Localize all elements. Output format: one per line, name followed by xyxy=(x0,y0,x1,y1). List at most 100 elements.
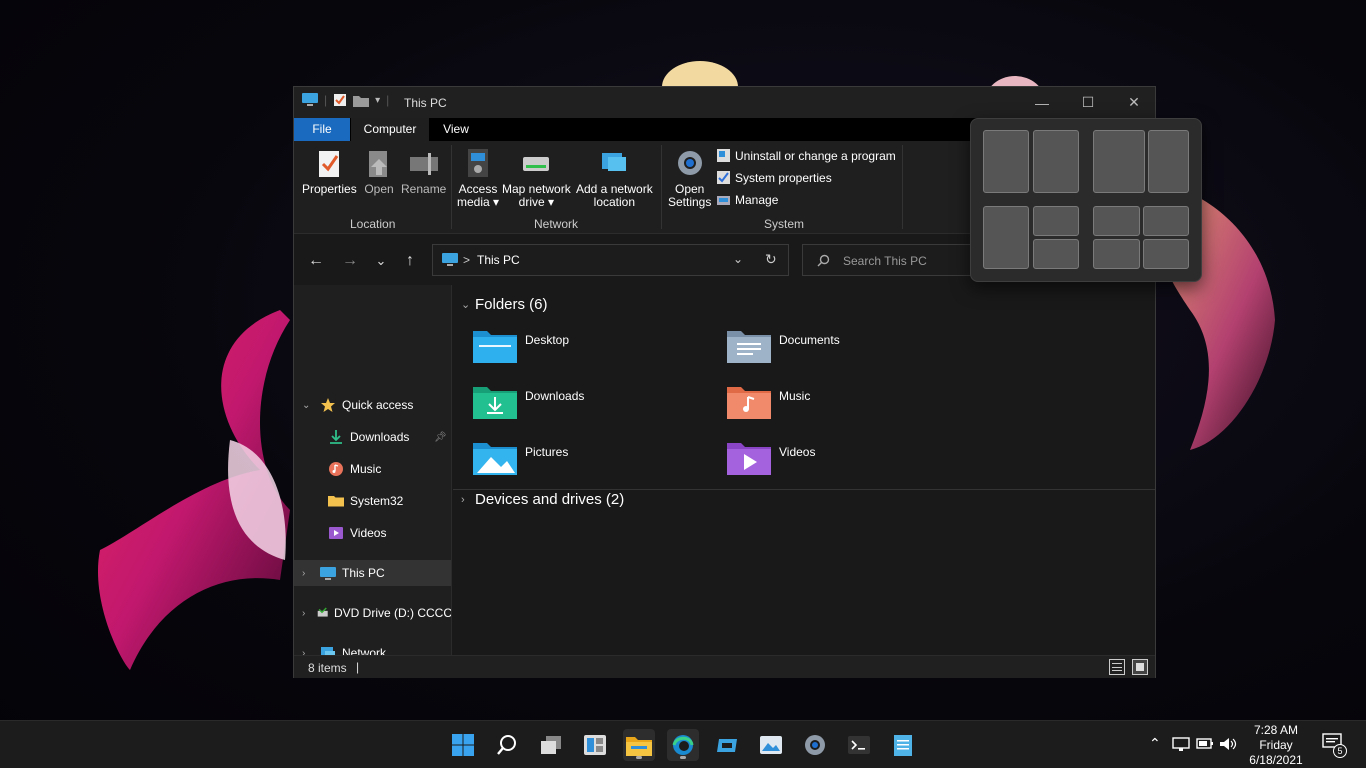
system-clock[interactable]: 7:28 AM Friday 6/18/2021 xyxy=(1240,723,1312,768)
snap-zone-top-right[interactable] xyxy=(1033,206,1079,236)
settings-taskbar-button[interactable] xyxy=(799,729,831,761)
uninstall-label: Uninstall or change a program xyxy=(735,148,896,163)
start-button[interactable] xyxy=(447,729,479,761)
uninstall-icon xyxy=(717,149,730,162)
snap-zone-quad-bottom-right[interactable] xyxy=(1143,239,1189,269)
nav-item-quick-access[interactable]: ⌄ Quick access xyxy=(294,392,451,418)
map-network-drive-button[interactable]: Map network drive ▾ xyxy=(502,147,571,209)
refresh-icon[interactable]: ↻ xyxy=(765,251,777,268)
add-location-label-2: location xyxy=(593,195,636,209)
nav-label-dvd-drive: DVD Drive (D:) CCCC xyxy=(334,606,452,620)
folder-pictures[interactable]: Pictures xyxy=(473,439,568,475)
tab-computer[interactable]: Computer xyxy=(351,118,429,141)
snap-zone-quad-top-left[interactable] xyxy=(1093,206,1140,236)
notification-center-button[interactable]: 5 xyxy=(1322,733,1348,759)
system-properties-icon xyxy=(717,171,730,184)
folders-section-header[interactable]: ⌄ Folders (6) xyxy=(453,296,1155,313)
tab-file[interactable]: File xyxy=(294,118,350,141)
details-view-icon[interactable] xyxy=(1109,659,1125,675)
snap-zone-quad-top-right[interactable] xyxy=(1143,206,1189,236)
collapse-chevron-icon[interactable]: ⌄ xyxy=(461,298,475,311)
search-button[interactable] xyxy=(491,729,523,761)
nav-item-this-pc[interactable]: › This PC xyxy=(294,560,451,586)
nav-item-dvd-drive[interactable]: › DVD Drive (D:) CCCC xyxy=(294,600,452,626)
network-wired-icon[interactable] xyxy=(1172,736,1190,752)
dvd-drive-icon xyxy=(317,607,328,617)
expand-chevron-icon[interactable]: ⌄ xyxy=(302,400,314,411)
nav-item-system32[interactable]: System32 xyxy=(294,488,451,514)
snap-zone-left-column[interactable] xyxy=(983,206,1029,269)
battery-icon[interactable] xyxy=(1196,737,1214,751)
system-properties-button[interactable]: System properties xyxy=(716,170,832,185)
tab-view[interactable]: View xyxy=(431,118,481,141)
rename-button[interactable]: Rename xyxy=(401,147,446,196)
qat-separator-2: | xyxy=(386,93,390,107)
nav-item-downloads[interactable]: Downloads 📌︎ xyxy=(294,424,451,450)
address-dropdown-icon[interactable]: ⌄ xyxy=(733,252,743,266)
photos-taskbar-button[interactable] xyxy=(755,729,787,761)
forward-button[interactable]: → xyxy=(338,249,362,273)
back-button[interactable]: ← xyxy=(304,249,328,273)
access-media-icon xyxy=(468,149,489,177)
access-media-button[interactable]: Access media ▾ xyxy=(457,147,499,209)
volume-icon[interactable] xyxy=(1219,736,1237,752)
pin-icon[interactable]: 📌︎ xyxy=(434,432,447,443)
manage-button[interactable]: Manage xyxy=(716,192,778,207)
address-bar[interactable]: > This PC ⌄ ↻ xyxy=(432,244,789,276)
up-button[interactable]: ↑ xyxy=(398,249,422,273)
add-network-location-button[interactable]: Add a network location xyxy=(576,147,653,209)
expand-chevron-icon[interactable]: › xyxy=(302,648,314,656)
folder-music[interactable]: Music xyxy=(727,383,810,419)
maximize-button[interactable]: ☐ xyxy=(1065,87,1111,118)
recent-locations-button[interactable]: ⌄ xyxy=(369,249,393,273)
nav-item-music[interactable]: Music xyxy=(294,456,451,482)
edge-taskbar-button[interactable] xyxy=(667,729,699,761)
expand-chevron-icon[interactable]: › xyxy=(302,608,311,619)
settings-gear-icon xyxy=(805,735,825,755)
snap-zone-bottom-right[interactable] xyxy=(1033,239,1079,269)
close-button[interactable]: ✕ xyxy=(1111,87,1157,118)
snap-zone-quad-bottom-left[interactable] xyxy=(1093,239,1140,269)
widgets-button[interactable] xyxy=(579,729,611,761)
large-icons-view-icon[interactable] xyxy=(1132,659,1148,675)
expand-chevron-icon[interactable]: › xyxy=(461,494,475,506)
open-button[interactable]: Open xyxy=(363,147,395,196)
open-settings-button[interactable]: Open Settings xyxy=(668,147,711,209)
access-media-label-2: media ▾ xyxy=(457,195,500,209)
nav-item-network[interactable]: › Network xyxy=(294,640,451,656)
devices-section-header[interactable]: › Devices and drives (2) xyxy=(453,491,624,508)
star-icon xyxy=(321,398,335,412)
network-icon xyxy=(321,647,335,655)
folder-desktop[interactable]: Desktop xyxy=(473,327,569,363)
snap-zone-one-third-right[interactable] xyxy=(1148,130,1189,193)
folder-name: Videos xyxy=(779,445,816,459)
show-hidden-icons-chevron-icon[interactable]: ⌃ xyxy=(1149,735,1161,752)
terminal-taskbar-button[interactable] xyxy=(843,729,875,761)
folder-documents[interactable]: Documents xyxy=(727,327,840,363)
snap-zone-half-right[interactable] xyxy=(1033,130,1079,193)
nav-label-system32: System32 xyxy=(350,494,404,508)
file-explorer-taskbar-button[interactable] xyxy=(623,729,655,761)
open-settings-label-2: Settings xyxy=(668,195,712,209)
store-taskbar-button[interactable] xyxy=(711,729,743,761)
folder-downloads[interactable]: Downloads xyxy=(473,383,584,419)
rename-label: Rename xyxy=(401,182,447,196)
folder-name: Pictures xyxy=(525,445,569,459)
notepad-taskbar-button[interactable] xyxy=(887,729,919,761)
content-pane: ⌄ Folders (6) Desktop Documents Download… xyxy=(453,285,1155,655)
uninstall-program-button[interactable]: Uninstall or change a program xyxy=(716,148,896,163)
minimize-button[interactable]: — xyxy=(1019,87,1065,118)
breadcrumb-this-pc[interactable]: This PC xyxy=(477,253,520,267)
task-view-button[interactable] xyxy=(535,729,567,761)
properties-label: Properties xyxy=(302,182,357,196)
folder-videos[interactable]: Videos xyxy=(727,439,815,475)
properties-check-icon[interactable] xyxy=(333,93,347,107)
snap-zone-two-thirds-left[interactable] xyxy=(1093,130,1145,193)
properties-button[interactable]: Properties xyxy=(302,147,357,196)
breadcrumb-chevron-icon[interactable]: > xyxy=(463,253,470,267)
qat-dropdown-icon[interactable]: ▾ xyxy=(375,95,380,106)
new-folder-icon[interactable] xyxy=(353,94,370,107)
snap-zone-half-left[interactable] xyxy=(983,130,1029,193)
nav-item-videos[interactable]: Videos xyxy=(294,520,451,546)
expand-chevron-icon[interactable]: › xyxy=(302,568,314,579)
